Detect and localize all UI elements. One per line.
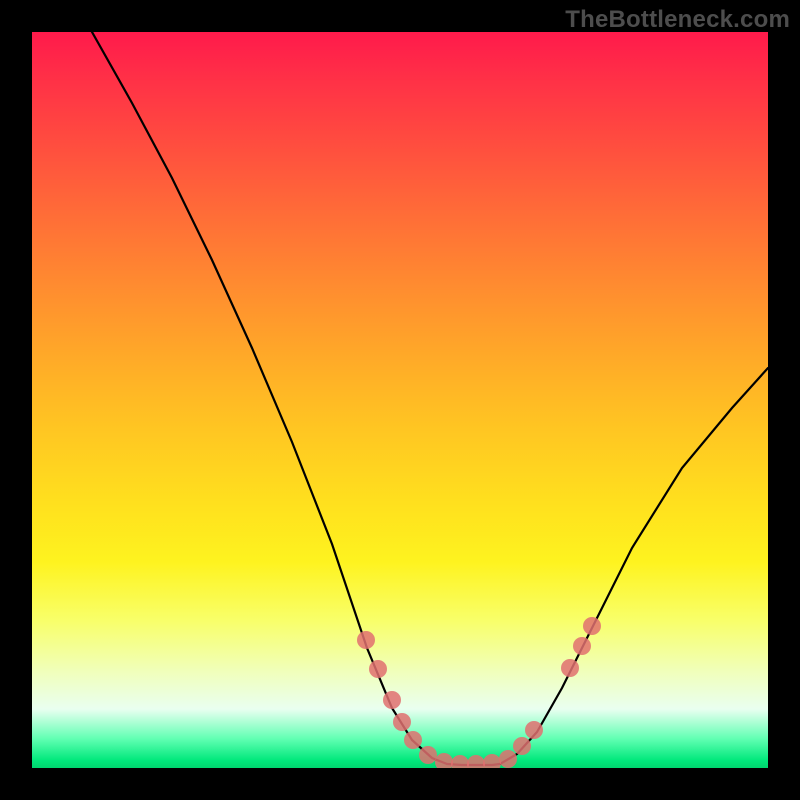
marker-dot [513,737,531,755]
curve-group [92,32,768,765]
marker-dot [561,659,579,677]
left-curve [92,32,447,764]
marker-dot [369,660,387,678]
marker-dot [483,754,501,768]
marker-dot [357,631,375,649]
chart-frame: TheBottleneck.com [0,0,800,800]
marker-dot [383,691,401,709]
marker-dot [393,713,411,731]
right-curve [500,368,768,764]
marker-dot [435,753,453,768]
marker-group [357,617,601,768]
marker-dot [573,637,591,655]
plot-area [32,32,768,768]
watermark-text: TheBottleneck.com [565,6,790,34]
marker-dot [583,617,601,635]
chart-svg [32,32,768,768]
marker-dot [404,731,422,749]
marker-dot [499,750,517,768]
marker-dot [451,755,469,768]
marker-dot [525,721,543,739]
marker-dot [467,755,485,768]
marker-dot [419,746,437,764]
